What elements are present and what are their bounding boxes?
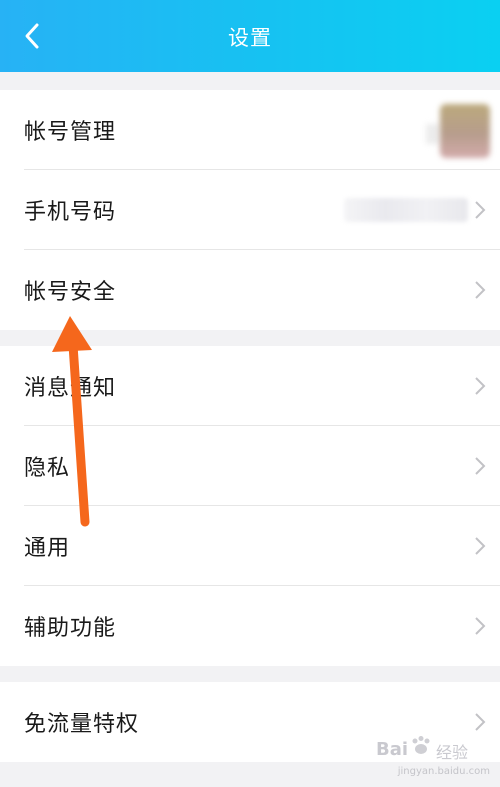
watermark-brand: Bai — [376, 739, 409, 760]
paw-icon — [412, 736, 430, 754]
settings-item-label: 隐私 — [24, 456, 71, 481]
settings-item-label: 帐号安全 — [24, 280, 117, 305]
chevron-right-icon — [475, 617, 486, 635]
chevron-right-icon — [475, 457, 486, 475]
settings-item-notifications[interactable]: 消息通知 — [0, 346, 500, 426]
chevron-right-icon — [475, 713, 486, 731]
chevron-right-icon — [475, 377, 486, 395]
header-bar: 设置 — [0, 0, 500, 72]
settings-item-label: 消息通知 — [24, 376, 117, 401]
page-title: 设置 — [228, 26, 272, 50]
settings-group-account: 帐号管理 手机号码 帐号安全 — [0, 90, 500, 330]
settings-item-label: 帐号管理 — [24, 120, 117, 145]
avatar-edge — [426, 124, 440, 144]
settings-item-privacy[interactable]: 隐私 — [0, 426, 500, 506]
masked-phone-value — [344, 198, 468, 222]
watermark-brand-suffix: 经验 — [436, 743, 469, 762]
chevron-right-icon — [475, 281, 486, 299]
settings-item-accessibility[interactable]: 辅助功能 — [0, 586, 500, 666]
settings-item-label: 辅助功能 — [24, 616, 117, 641]
chevron-right-icon — [475, 537, 486, 555]
chevron-right-icon — [475, 201, 486, 219]
settings-item-label: 手机号码 — [24, 200, 117, 225]
settings-item-account-management[interactable]: 帐号管理 — [0, 90, 500, 170]
avatar — [440, 104, 490, 158]
watermark-url: jingyan.baidu.com — [397, 766, 490, 777]
settings-item-account-security[interactable]: 帐号安全 — [0, 250, 500, 330]
settings-group-general: 消息通知 隐私 通用 辅助功能 — [0, 346, 500, 666]
settings-item-phone-number[interactable]: 手机号码 — [0, 170, 500, 250]
settings-item-label: 免流量特权 — [24, 712, 140, 737]
settings-item-label: 通用 — [24, 536, 71, 561]
settings-item-general[interactable]: 通用 — [0, 506, 500, 586]
watermark: Bai 经验 jingyan.baidu.com — [374, 733, 492, 777]
